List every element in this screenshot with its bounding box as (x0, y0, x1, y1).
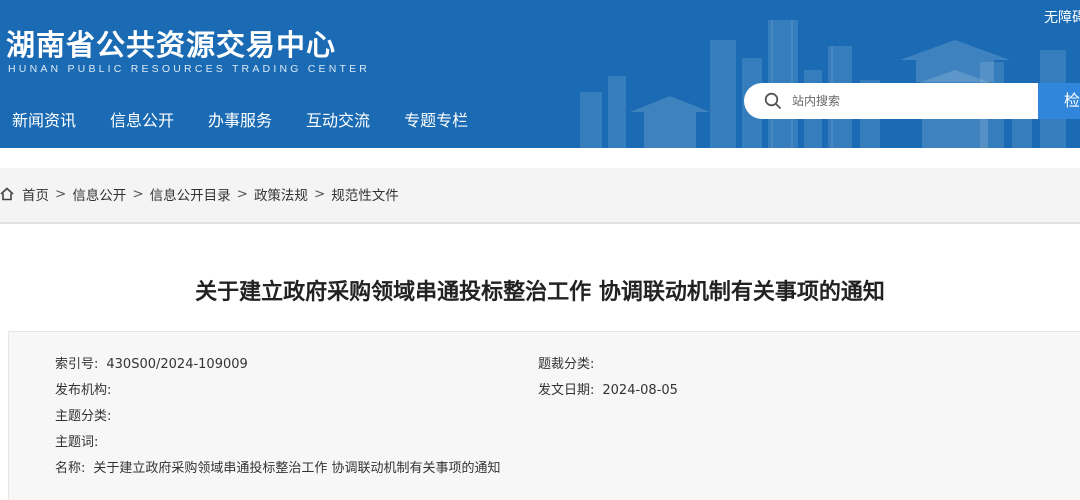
meta-name-value: 关于建立政府采购领域串通投标整治工作 协调联动机制有关事项的通知 (93, 461, 501, 476)
meta-publisher-label: 发布机构: (55, 383, 112, 398)
nav-item-interaction[interactable]: 互动交流 (306, 108, 370, 134)
nav-item-news[interactable]: 新闻资讯 (12, 108, 76, 134)
breadcrumb-info-disclosure[interactable]: 信息公开 (72, 184, 126, 204)
meta-date: 发文日期: 2024-08-05 (538, 379, 678, 398)
search-button[interactable]: 检索 (1038, 83, 1080, 119)
breadcrumb-info-catalog[interactable]: 信息公开目录 (150, 184, 231, 204)
meta-topic-label: 主题分类: (55, 409, 112, 424)
meta-publisher: 发布机构: (55, 379, 119, 398)
nav-item-special-topics[interactable]: 专题专栏 (404, 108, 468, 134)
breadcrumb-separator: > (236, 186, 248, 202)
breadcrumb-home[interactable]: 首页 (22, 184, 49, 204)
breadcrumb: 首页 > 信息公开 > 信息公开目录 > 政策法规 > 规范性文件 (0, 183, 399, 205)
meta-category: 题裁分类: (538, 353, 602, 372)
meta-keywords: 主题词: (55, 431, 106, 450)
breadcrumb-policies[interactable]: 政策法规 (254, 184, 308, 204)
nav-item-info-disclosure[interactable]: 信息公开 (110, 108, 174, 134)
search-icon (764, 92, 781, 109)
meta-name-label: 名称: (55, 461, 86, 476)
home-icon[interactable] (0, 187, 14, 201)
search-input[interactable] (792, 89, 1022, 113)
meta-category-label: 题裁分类: (538, 357, 595, 372)
breadcrumb-bar: 首页 > 信息公开 > 信息公开目录 > 政策法规 > 规范性文件 (0, 168, 1080, 222)
divider (0, 222, 1080, 224)
nav-item-services[interactable]: 办事服务 (208, 108, 272, 134)
meta-date-value: 2024-08-05 (602, 383, 678, 398)
accessibility-link[interactable]: 无障碍 (1044, 7, 1080, 27)
breadcrumb-separator: > (55, 186, 67, 202)
meta-index: 索引号: 430S00/2024-109009 (55, 353, 248, 372)
site-logo-subtitle: HUNAN PUBLIC RESOURCES TRADING CENTER (8, 63, 371, 75)
site-logo-title[interactable]: 湖南省公共资源交易中心 (6, 22, 336, 64)
breadcrumb-normative-docs[interactable]: 规范性文件 (331, 184, 399, 204)
meta-index-label: 索引号: (55, 357, 99, 372)
city-skyline-illustration (580, 20, 1066, 148)
meta-date-label: 发文日期: (538, 383, 595, 398)
article-title: 关于建立政府采购领域串通投标整治工作 协调联动机制有关事项的通知 (195, 280, 885, 305)
meta-topic: 主题分类: (55, 405, 119, 424)
meta-index-value: 430S00/2024-109009 (106, 357, 248, 372)
breadcrumb-separator: > (132, 186, 144, 202)
main-nav: 新闻资讯 信息公开 办事服务 互动交流 专题专栏 (0, 108, 468, 134)
site-header: 湖南省公共资源交易中心 HUNAN PUBLIC RESOURCES TRADI… (0, 0, 1080, 148)
breadcrumb-separator: > (313, 186, 326, 202)
meta-keywords-label: 主题词: (55, 435, 99, 450)
meta-name: 名称: 关于建立政府采购领域串通投标整治工作 协调联动机制有关事项的通知 (55, 457, 501, 476)
site-search (744, 83, 1038, 119)
document-metadata-panel: 索引号: 430S00/2024-109009 题裁分类: 发布机构: 发文日期:… (8, 331, 1080, 500)
